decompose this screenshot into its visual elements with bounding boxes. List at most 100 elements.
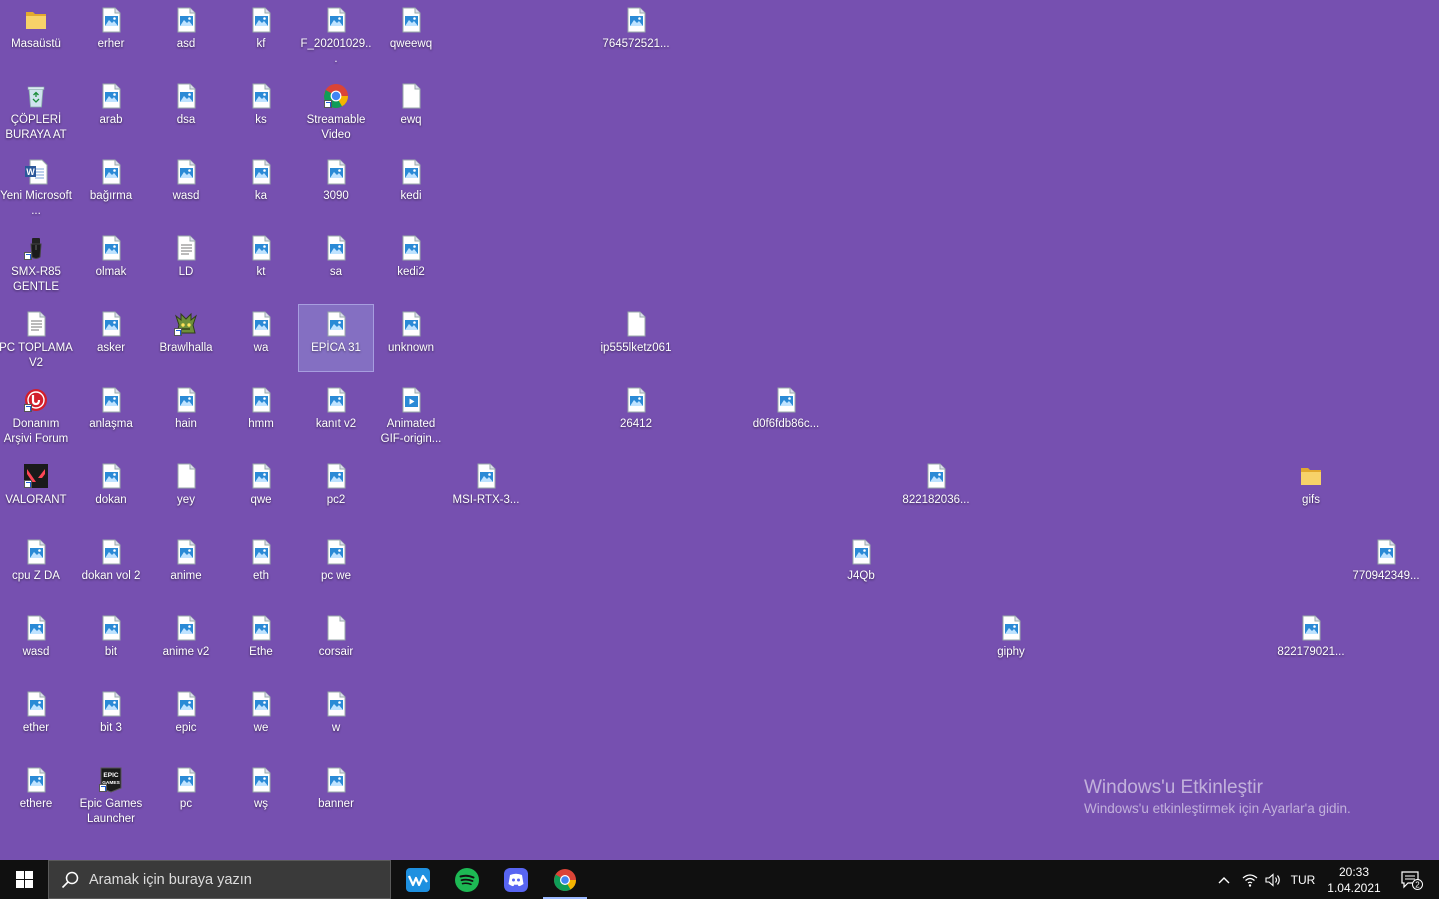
desktop-icon-asd[interactable]: asd: [149, 1, 223, 67]
desktop-icon-label: epic: [175, 722, 197, 734]
desktop-icon-822182036[interactable]: 822182036...: [899, 457, 973, 523]
desktop-icon-label: pc we: [320, 570, 352, 582]
desktop-icon-kt[interactable]: kt: [224, 229, 298, 295]
desktop-icon-eth[interactable]: eth: [224, 533, 298, 599]
desktop-icon-brawlhalla[interactable]: Brawlhalla: [149, 305, 223, 371]
desktop-icon-3090[interactable]: 3090: [299, 153, 373, 219]
desktop-icon-gifs[interactable]: gifs: [1274, 457, 1348, 523]
desktop-icon-ka[interactable]: ka: [224, 153, 298, 219]
desktop-icon-w[interactable]: w: [299, 685, 373, 751]
desktop-icon-epi-ca-31[interactable]: EPİCA 31: [298, 304, 374, 372]
wallpaper-engine-icon: [406, 867, 430, 892]
desktop-icon-26412[interactable]: 26412: [599, 381, 673, 447]
desktop-icon-we[interactable]: we: [224, 685, 298, 751]
desktop-icon-w[interactable]: wş: [224, 761, 298, 827]
desktop-icon-unknown[interactable]: unknown: [374, 305, 448, 371]
desktop-icon-dokan-vol-2[interactable]: dokan vol 2: [74, 533, 148, 599]
clock-button[interactable]: 20:33 1.04.2021: [1324, 860, 1384, 899]
input-language-button[interactable]: TUR: [1287, 860, 1319, 899]
desktop-icon-qweewq[interactable]: qweewq: [374, 1, 448, 67]
desktop-icon-label: olmak: [95, 266, 127, 278]
desktop-icon-label: kf: [256, 38, 266, 50]
desktop-icon-anime-v2[interactable]: anime v2: [149, 609, 223, 675]
desktop-icon-arab[interactable]: arab: [74, 77, 148, 143]
svg-text:W: W: [26, 167, 35, 177]
show-hidden-icons-button[interactable]: [1214, 860, 1234, 899]
brawlhalla-icon: [173, 311, 199, 337]
start-button[interactable]: [0, 860, 48, 899]
desktop-icon-label: 764572521...: [602, 38, 670, 50]
desktop-icon-d0f6fdb86c[interactable]: d0f6fdb86c...: [749, 381, 823, 447]
desktop-icon-smx-r85-gentle[interactable]: SMX-R85 GENTLE: [0, 229, 73, 295]
desktop-icon-f-20201029[interactable]: F_20201029...: [299, 1, 373, 67]
image-file-icon: [173, 83, 199, 109]
desktop-icon-anla-ma[interactable]: anlaşma: [74, 381, 148, 447]
desktop-icon-wasd[interactable]: wasd: [0, 609, 73, 675]
desktop-icon-kedi[interactable]: kedi: [374, 153, 448, 219]
desktop-icon-pc2[interactable]: pc2: [299, 457, 373, 523]
text-file-icon: [173, 235, 199, 261]
desktop-icon-sa[interactable]: sa: [299, 229, 373, 295]
desktop-icon-bit[interactable]: bit: [74, 609, 148, 675]
action-center-button[interactable]: 2: [1394, 860, 1430, 899]
desktop-icon-anime[interactable]: anime: [149, 533, 223, 599]
desktop-icon-valorant[interactable]: VALORANT: [0, 457, 73, 523]
desktop-icon-770942349[interactable]: 770942349...: [1349, 533, 1423, 599]
desktop-icon-streamable-video[interactable]: Streamable Video: [299, 77, 373, 143]
desktop-icon-dokan[interactable]: dokan: [74, 457, 148, 523]
desktop-icon-ether[interactable]: ether: [0, 685, 73, 751]
taskbar-app-spotify[interactable]: [443, 860, 491, 899]
desktop-icon-masa-st[interactable]: Masaüstü: [0, 1, 73, 67]
desktop-icon-hmm[interactable]: hmm: [224, 381, 298, 447]
desktop-icon-ba-rma[interactable]: bağırma: [74, 153, 148, 219]
desktop-icon-ethere[interactable]: ethere: [0, 761, 73, 827]
desktop-icon-j4qb[interactable]: J4Qb: [824, 533, 898, 599]
taskbar-app-chrome[interactable]: [541, 860, 589, 899]
network-button[interactable]: [1239, 860, 1261, 899]
desktop-icon-donan-m-ar-ivi-forum[interactable]: Donanım Arşivi Forum: [0, 381, 73, 447]
desktop-icon-wasd[interactable]: wasd: [149, 153, 223, 219]
desktop-icon-banner[interactable]: banner: [299, 761, 373, 827]
desktop-icon-kan-t-v2[interactable]: kanıt v2: [299, 381, 373, 447]
desktop-icon-label: F_20201029...: [300, 38, 372, 65]
desktop-icon-cpu-z-da[interactable]: cpu Z DA: [0, 533, 73, 599]
desktop-icon-bit-3[interactable]: bit 3: [74, 685, 148, 751]
taskbar-app-wallpaper-engine[interactable]: [394, 860, 442, 899]
desktop-icon-dsa[interactable]: dsa: [149, 77, 223, 143]
desktop-icon-hain[interactable]: hain: [149, 381, 223, 447]
desktop-icon-label: 26412: [620, 418, 652, 430]
desktop-icon-ld[interactable]: LD: [149, 229, 223, 295]
desktop-icon-pleri-buraya-at[interactable]: ÇÖPLERİ BURAYA AT: [0, 77, 73, 143]
desktop-icon-epic[interactable]: epic: [149, 685, 223, 751]
desktop-icon-yeni-microsoft[interactable]: W Yeni Microsoft ...: [0, 153, 73, 219]
desktop-icon-giphy[interactable]: giphy: [974, 609, 1048, 675]
desktop-icon-kf[interactable]: kf: [224, 1, 298, 67]
desktop-icon-kedi2[interactable]: kedi2: [374, 229, 448, 295]
donanim-arsivi-icon: [23, 387, 49, 413]
desktop-icon-animated-gif-origin[interactable]: Animated GIF-origin...: [374, 381, 448, 447]
desktop-icon-erher[interactable]: erher: [74, 1, 148, 67]
volume-button[interactable]: [1262, 860, 1284, 899]
desktop-icon-wa[interactable]: wa: [224, 305, 298, 371]
desktop-icon-ks[interactable]: ks: [224, 77, 298, 143]
desktop-icon-label: ether: [22, 722, 50, 734]
desktop-icon-pc-toplama-v2[interactable]: PC TOPLAMA V2: [0, 305, 73, 371]
desktop-icon-asker[interactable]: asker: [74, 305, 148, 371]
desktop-icon-764572521[interactable]: 764572521...: [599, 1, 673, 67]
desktop-icon-pc-we[interactable]: pc we: [299, 533, 373, 599]
desktop-icon-qwe[interactable]: qwe: [224, 457, 298, 523]
desktop-icon-corsair[interactable]: corsair: [299, 609, 373, 675]
image-file-icon: [248, 463, 274, 489]
desktop-icon-822179021[interactable]: 822179021...: [1274, 609, 1348, 675]
taskbar-app-discord[interactable]: [492, 860, 540, 899]
desktop-icon-yey[interactable]: yey: [149, 457, 223, 523]
desktop-icon-olmak[interactable]: olmak: [74, 229, 148, 295]
desktop-icon-epic-games-launcher[interactable]: EPIC GAMES Epic Games Launcher: [74, 761, 148, 827]
desktop-icon-pc[interactable]: pc: [149, 761, 223, 827]
image-file-icon: [323, 159, 349, 185]
desktop-icon-ip555lketz061[interactable]: ip555lketz061: [599, 305, 673, 371]
taskbar-search-box[interactable]: Aramak için buraya yazın: [48, 860, 391, 899]
desktop-icon-msi-rtx-3[interactable]: MSI-RTX-3...: [449, 457, 523, 523]
desktop-icon-ethe[interactable]: Ethe: [224, 609, 298, 675]
desktop-icon-ewq[interactable]: ewq: [374, 77, 448, 143]
